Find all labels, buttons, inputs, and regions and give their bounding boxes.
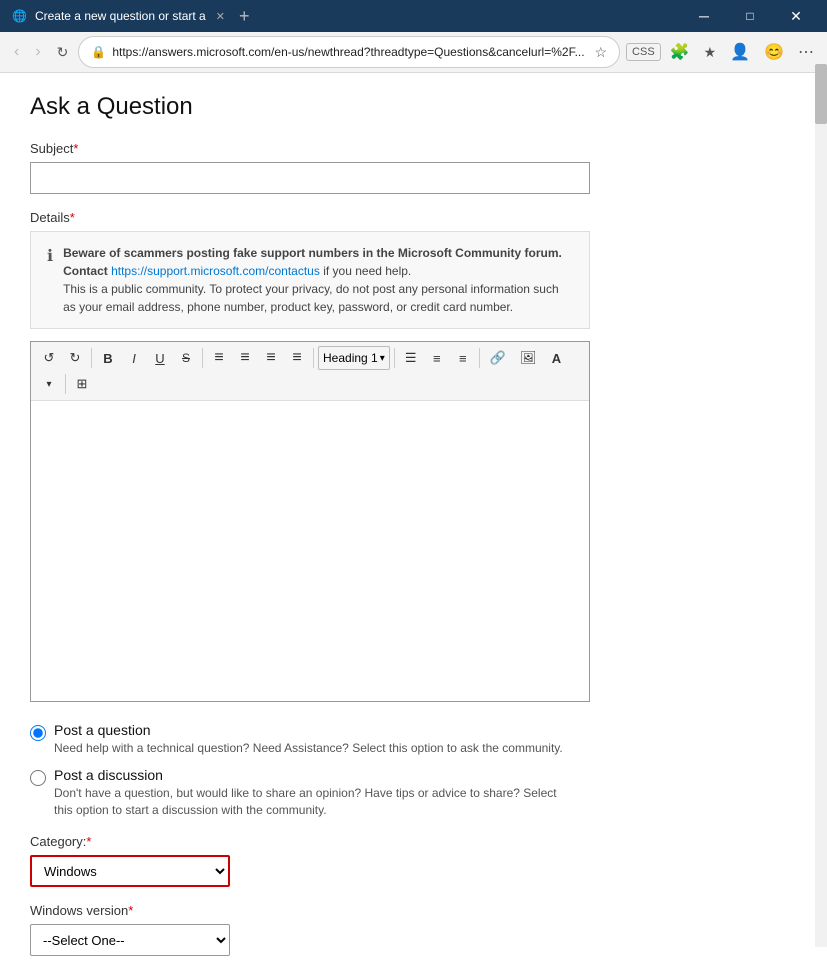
- editor-container: ↺ ↻ B I U S ≡ ≡ ≡ ≡ Heading 1 ▾ ☰ ≡: [30, 341, 590, 702]
- info-box: ℹ Beware of scammers posting fake suppor…: [30, 231, 590, 329]
- toolbar-sep-3: [313, 348, 314, 368]
- version-section: Windows version* --Select One-- Windows …: [30, 903, 797, 956]
- radio-discussion[interactable]: [30, 770, 46, 786]
- maximize-btn[interactable]: □: [727, 0, 773, 32]
- radio-option-question: Post a question Need help with a technic…: [30, 722, 797, 757]
- address-bar-area: ‹ › ↻ 🔒 https://answers.microsoft.com/en…: [0, 32, 827, 73]
- scrollbar-track: [815, 64, 827, 947]
- strikethrough-btn[interactable]: S: [174, 346, 198, 370]
- category-section: Category:* Windows Office Edge Other: [30, 834, 797, 887]
- lock-icon: 🔒: [91, 45, 106, 59]
- window-controls: ─ □ ✕: [681, 0, 819, 32]
- browser-title: Create a new question or start a: [35, 9, 206, 23]
- refresh-btn[interactable]: ↻: [51, 40, 75, 65]
- italic-btn[interactable]: I: [122, 346, 146, 370]
- close-btn[interactable]: ✕: [773, 0, 819, 32]
- back-btn[interactable]: ‹: [8, 39, 25, 65]
- bold-btn[interactable]: B: [96, 346, 120, 370]
- radio-discussion-labels: Post a discussion Don't have a question,…: [54, 767, 574, 819]
- link-btn[interactable]: 🔗: [484, 346, 512, 370]
- radio-option-discussion: Post a discussion Don't have a question,…: [30, 767, 797, 819]
- privacy-text: This is a public community. To protect y…: [63, 282, 559, 314]
- version-required: *: [128, 903, 133, 918]
- toolbar-sep-1: [91, 348, 92, 368]
- radio-question[interactable]: [30, 725, 46, 741]
- toolbar-sep-2: [202, 348, 203, 368]
- more-btn[interactable]: ▾: [37, 372, 61, 396]
- emoji-btn[interactable]: 😊: [759, 38, 789, 66]
- url-text: https://answers.microsoft.com/en-us/newt…: [112, 45, 588, 59]
- warning-suffix: if you need help.: [323, 264, 411, 278]
- category-select[interactable]: Windows Office Edge Other: [30, 855, 230, 887]
- toolbar-sep-5: [479, 348, 480, 368]
- radio-discussion-label: Post a discussion: [54, 767, 574, 783]
- align-center-btn[interactable]: ≡: [233, 346, 257, 370]
- table-btn[interactable]: ⊞: [70, 372, 94, 396]
- info-icon: ℹ: [47, 246, 53, 316]
- radio-question-labels: Post a question Need help with a technic…: [54, 722, 563, 757]
- contact-link[interactable]: https://support.microsoft.com/contactus: [111, 264, 320, 278]
- image-btn[interactable]: 🖼: [514, 346, 543, 370]
- underline-btn[interactable]: U: [148, 346, 172, 370]
- subject-required: *: [73, 141, 78, 156]
- forward-btn[interactable]: ›: [29, 39, 46, 65]
- radio-question-desc: Need help with a technical question? Nee…: [54, 740, 563, 757]
- scrollbar-thumb[interactable]: [815, 64, 827, 124]
- editor-area[interactable]: [31, 401, 589, 701]
- details-label: Details*: [30, 210, 797, 225]
- heading-label: Heading 1: [323, 351, 378, 365]
- heading-dropdown[interactable]: Heading 1 ▾: [318, 346, 390, 370]
- indent-btn[interactable]: ≡: [451, 346, 475, 370]
- browser-window: 🌐 Create a new question or start a ✕ + ─…: [0, 0, 827, 956]
- star-icon[interactable]: ☆: [594, 44, 607, 61]
- bullets-btn[interactable]: ☰: [399, 346, 423, 370]
- toolbar-sep-6: [65, 374, 66, 394]
- radio-question-label: Post a question: [54, 722, 563, 738]
- align-left-btn[interactable]: ≡: [207, 346, 231, 370]
- radio-discussion-desc: Don't have a question, but would like to…: [54, 785, 574, 819]
- subject-input[interactable]: [30, 162, 590, 194]
- version-label: Windows version*: [30, 903, 797, 918]
- details-required: *: [70, 210, 75, 225]
- redo-btn[interactable]: ↻: [63, 346, 87, 370]
- tab-close-btn[interactable]: ✕: [216, 10, 225, 23]
- category-label: Category:*: [30, 834, 797, 849]
- undo-btn[interactable]: ↺: [37, 346, 61, 370]
- extensions-btn[interactable]: 🧩: [665, 38, 695, 66]
- css-btn[interactable]: CSS: [626, 43, 661, 61]
- numbered-btn[interactable]: ≡: [425, 346, 449, 370]
- editor-toolbar: ↺ ↻ B I U S ≡ ≡ ≡ ≡ Heading 1 ▾ ☰ ≡: [31, 342, 589, 401]
- browser-icon: 🌐: [12, 9, 27, 23]
- subject-label: Subject*: [30, 141, 797, 156]
- category-required: *: [86, 834, 91, 849]
- favorites-btn[interactable]: ★: [699, 40, 722, 65]
- version-select[interactable]: --Select One-- Windows 11 Windows 10 Win…: [30, 924, 230, 956]
- info-text: Beware of scammers posting fake support …: [63, 244, 573, 316]
- page-title: Ask a Question: [30, 93, 797, 121]
- minimize-btn[interactable]: ─: [681, 0, 727, 32]
- align-right-btn[interactable]: ≡: [259, 346, 283, 370]
- page-content: Ask a Question Subject* Details* ℹ Bewar…: [0, 73, 827, 956]
- justify-btn[interactable]: ≡: [285, 346, 309, 370]
- post-type-group: Post a question Need help with a technic…: [30, 722, 797, 818]
- url-bar[interactable]: 🔒 https://answers.microsoft.com/en-us/ne…: [78, 36, 620, 68]
- heading-arrow: ▾: [380, 353, 385, 364]
- font-color-btn[interactable]: A: [544, 346, 568, 370]
- profile-btn[interactable]: 👤: [725, 38, 755, 66]
- menu-btn[interactable]: ⋯: [793, 38, 819, 66]
- new-tab-btn[interactable]: +: [239, 6, 250, 27]
- toolbar-sep-4: [394, 348, 395, 368]
